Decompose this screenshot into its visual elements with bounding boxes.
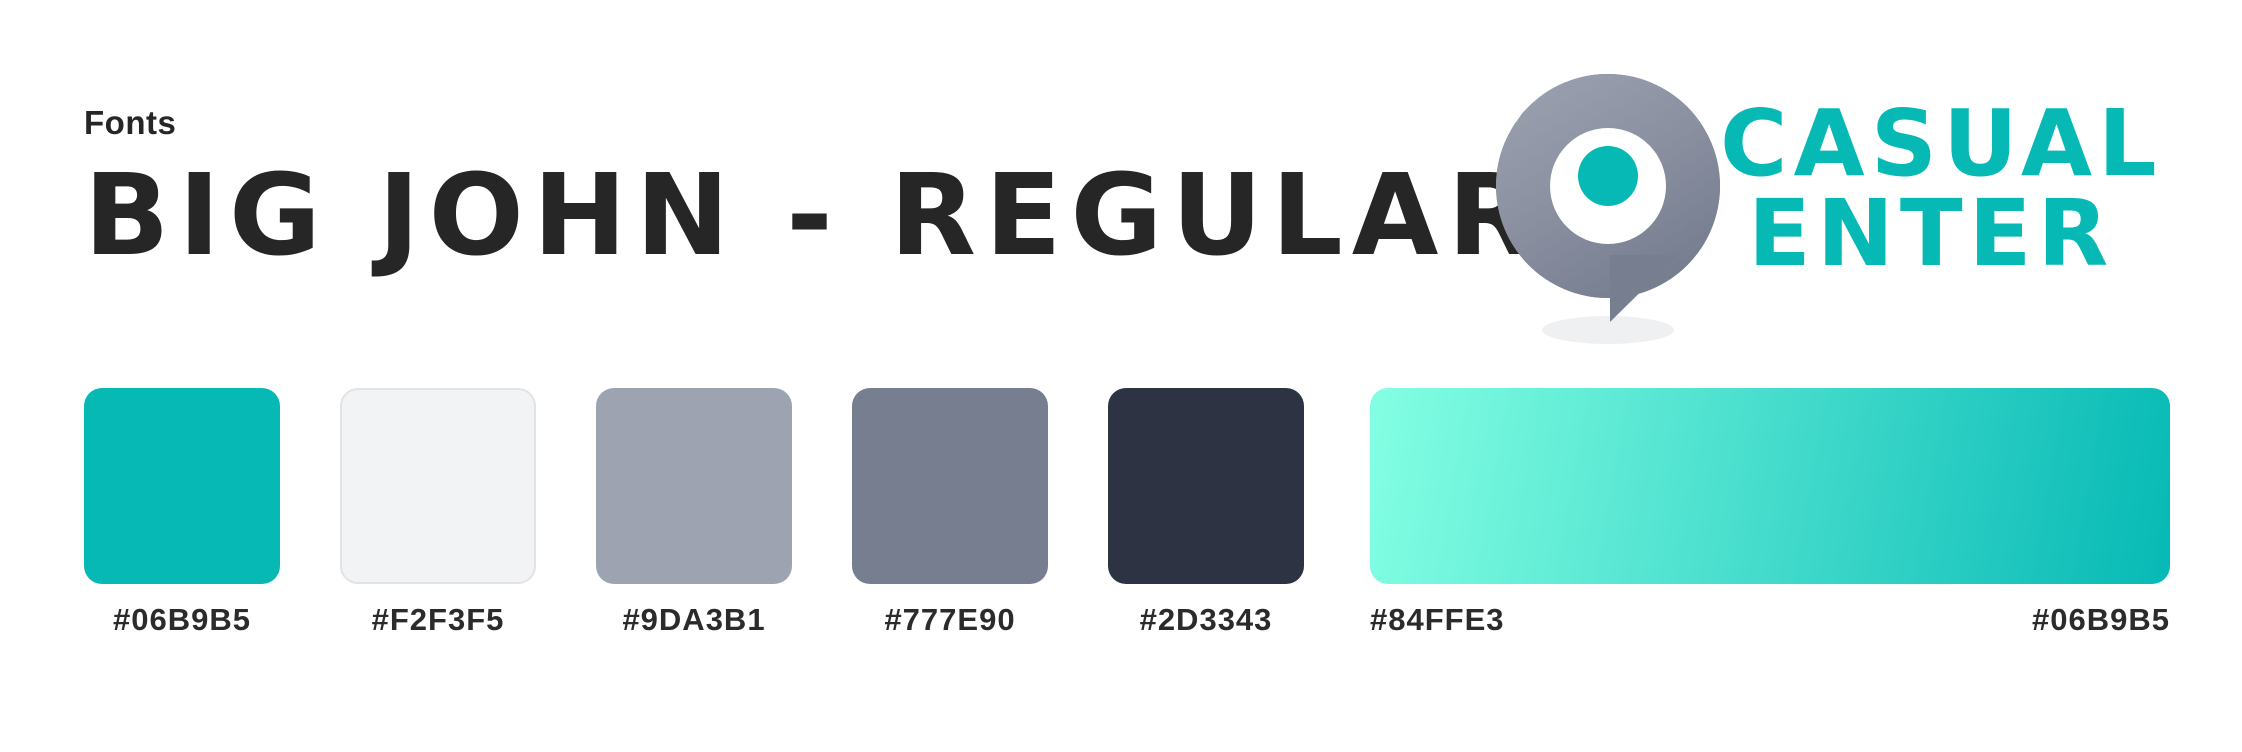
gradient-swatch [1370,388,2170,584]
gradient-end-hex: #06B9B5 [2032,602,2170,637]
fonts-label: Fonts [84,104,177,141]
swatch-dark-navy-hex: #2D3343 [1139,602,1273,637]
swatch-teal [84,388,280,584]
swatch-teal-hex: #06B9B5 [113,602,251,637]
swatch-slate [852,388,1048,584]
swatch-gray-hex: #9DA3B1 [622,602,766,637]
gradient-start-hex: #84FFE3 [1370,602,1505,637]
swatch-light-gray [340,388,536,584]
swatch-slate-hex: #777E90 [884,602,1016,637]
swatch-gray [596,388,792,584]
location-pin-c-icon [1496,73,1720,344]
brand-logo: CASUAL ENTER [1490,60,2157,360]
font-name-heading: BIG JOHN - REGULAR [84,151,1543,281]
swatch-dark-navy [1108,388,1304,584]
logo-word-enter: ENTER [1748,180,2115,287]
logo-word-casual: CASUAL [1720,90,2163,197]
swatch-light-gray-hex: #F2F3F5 [371,602,505,637]
